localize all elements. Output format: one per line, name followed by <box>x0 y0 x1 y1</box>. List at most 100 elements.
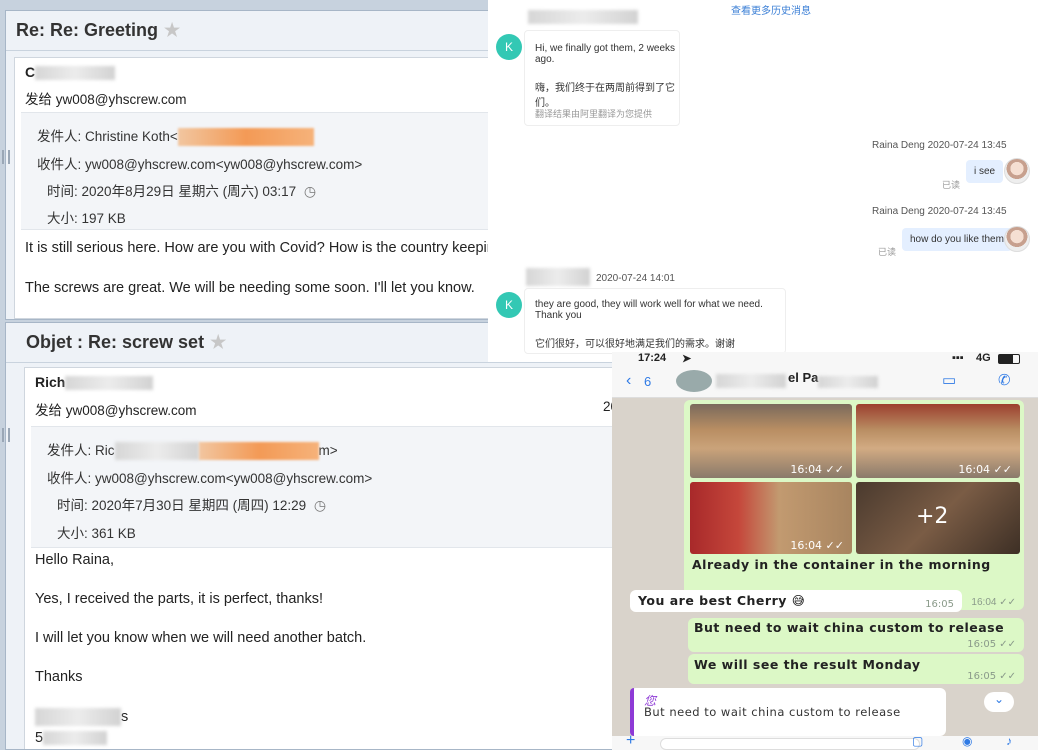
message-text: But need to wait china custom to release <box>694 620 1005 635</box>
signature-text: 5 <box>35 730 44 746</box>
status-time: 17:24 <box>638 352 667 364</box>
location-icon: ➤ <box>682 353 692 365</box>
photo-album[interactable]: 16:04 ✓✓ 16:04 ✓✓ 16:04 ✓✓ +2 Already in… <box>684 400 1024 610</box>
photo-thumbnail[interactable]: 16:04 ✓✓ <box>690 404 852 478</box>
redaction <box>818 376 878 388</box>
scroll-handle[interactable] <box>2 428 10 442</box>
email-panel-greeting: Re: Re: Greeting ★ C 发给 yw008@yhscrew.co… <box>5 10 505 320</box>
body-line: I will let you know when we will need an… <box>35 630 367 646</box>
history-link[interactable]: 查看更多历史消息 <box>731 2 811 17</box>
size-value: 361 KB <box>91 526 136 541</box>
sent-to-address[interactable]: yw008@yhscrew.com <box>66 403 197 418</box>
from-tail: m> <box>318 443 338 458</box>
reply-preview[interactable]: 您 But need to wait china custom to relea… <box>630 688 946 736</box>
translation-text: 它们很好，可以很好地满足我们的需求。谢谢 <box>535 339 735 350</box>
star-icon[interactable]: ★ <box>164 20 180 41</box>
signature-line: s <box>35 708 128 726</box>
more-photos-thumbnail[interactable]: +2 <box>856 482 1020 554</box>
to-line: 收件人: yw008@yhscrew.com<yw008@yhscrew.com… <box>37 153 362 173</box>
clock-icon[interactable]: ◷ <box>314 497 326 514</box>
video-call-icon[interactable]: ▭ <box>942 371 956 389</box>
email-body: Rich 发给 yw008@yhscrew.com 20 发件人: Ric m> … <box>24 367 616 749</box>
input-bar: + ▢ ◉ ♪ <box>612 732 1038 750</box>
message-text: We will see the result Monday <box>694 657 921 672</box>
sender-meta: Raina Deng 2020-07-24 13:45 <box>872 206 1007 217</box>
to-address[interactable]: yw008@yhscrew.com<yw008@yhscrew.com> <box>85 157 362 172</box>
redaction <box>43 731 108 746</box>
time-text: 16:05 <box>967 671 997 682</box>
photo-caption: Already in the container in the morning <box>692 557 991 572</box>
scroll-handle[interactable] <box>2 150 10 164</box>
sender-name-text: C <box>25 64 36 80</box>
outgoing-message: We will see the result Monday 16:05 ✓✓ <box>688 654 1024 684</box>
user-avatar <box>1004 226 1030 252</box>
incoming-message: Hi, we finally got them, 2 weeks ago. 嗨，… <box>524 30 680 126</box>
size-line: 大小: 197 KB <box>47 207 126 227</box>
sticker-icon[interactable]: ▢ <box>912 734 923 748</box>
sent-to-address[interactable]: yw008@yhscrew.com <box>56 92 187 107</box>
incoming-message: they are good, they will work well for w… <box>524 288 786 354</box>
redaction <box>526 268 590 286</box>
from-name[interactable]: Christine Koth< <box>85 129 178 144</box>
phone-icon[interactable]: ✆ <box>998 371 1011 389</box>
time-value: 2020年7月30日 星期四 (周四) 12:29 <box>91 498 307 513</box>
subject-text: Re: Re: Greeting <box>16 20 159 40</box>
message-text: Hi, we finally got them, 2 weeks ago. <box>535 43 676 65</box>
contact-avatar: K <box>496 34 522 60</box>
message-input[interactable] <box>660 738 920 750</box>
photo-thumbnail[interactable]: 16:04 ✓✓ <box>856 404 1020 478</box>
sender-name-text: Rich <box>35 374 66 390</box>
camera-icon[interactable]: ◉ <box>962 734 972 748</box>
user-avatar <box>1004 158 1030 184</box>
size-value: 197 KB <box>81 211 126 226</box>
battery-icon <box>998 354 1020 364</box>
body-line: The screws are great. We will be needing… <box>25 280 475 296</box>
from-name[interactable]: Ric <box>95 443 115 458</box>
message-time: 16:05 ✓✓ <box>967 671 1016 682</box>
redaction <box>177 128 314 147</box>
time-text: 16:04 <box>971 597 997 608</box>
read-status: 已读 <box>878 247 897 257</box>
message-text: You are best Cherry <box>638 593 787 608</box>
message-time: 16:05 <box>925 599 954 610</box>
signature-text: s <box>121 708 129 725</box>
star-icon[interactable]: ★ <box>210 332 226 353</box>
sent-to-label: 发给 <box>35 403 62 418</box>
avatar-letter: K <box>504 40 513 54</box>
redaction <box>114 442 199 461</box>
to-label: 收件人: <box>47 471 92 486</box>
message-time: 16:04 ✓✓ <box>971 597 1016 608</box>
from-label: 发件人: <box>47 443 92 458</box>
photo-thumbnail[interactable]: 16:04 ✓✓ <box>690 482 852 554</box>
translation-text: 嗨，我们终于在两周前得到了它们。 <box>535 83 675 109</box>
contact-name[interactable]: el Pa <box>788 370 818 385</box>
redaction <box>198 442 319 461</box>
plus-icon[interactable]: + <box>626 732 635 750</box>
outgoing-message: But need to wait china custom to release… <box>688 618 1024 652</box>
clock-icon[interactable]: ◷ <box>304 183 316 200</box>
contact-avatar[interactable] <box>676 370 712 392</box>
from-label: 发件人: <box>37 129 82 144</box>
sent-to-line: 发给 yw008@yhscrew.com <box>25 88 187 108</box>
incoming-message: You are best Cherry 😅 16:05 <box>630 590 962 612</box>
to-line: 收件人: yw008@yhscrew.com<yw008@yhscrew.com… <box>47 467 372 487</box>
signal-icon: ▪▪▪ <box>952 352 964 364</box>
contact-avatar: K <box>496 292 522 318</box>
translation-note: 翻译结果由阿里翻译为您提供 <box>535 109 653 119</box>
to-label: 收件人: <box>37 157 82 172</box>
to-address[interactable]: yw008@yhscrew.com<yw008@yhscrew.com> <box>95 471 372 486</box>
from-line: 发件人: Ric m> <box>47 439 338 461</box>
sent-to-label: 发给 <box>25 92 52 107</box>
photo-time: 16:04 <box>790 539 823 552</box>
avatar-letter: K <box>504 298 513 312</box>
back-count[interactable]: 6 <box>644 374 651 389</box>
photo-time: 16:04 <box>790 463 823 476</box>
reply-bar <box>630 688 634 736</box>
scroll-down-icon[interactable]: ⌄ <box>984 692 1014 712</box>
more-count: +2 <box>916 504 949 529</box>
from-line: 发件人: Christine Koth< <box>37 125 314 147</box>
sender-name: Rich <box>35 374 154 391</box>
mic-icon[interactable]: ♪ <box>1006 734 1012 748</box>
subject-text: Objet : Re: screw set <box>26 332 205 352</box>
back-icon[interactable]: ‹ <box>626 372 631 390</box>
